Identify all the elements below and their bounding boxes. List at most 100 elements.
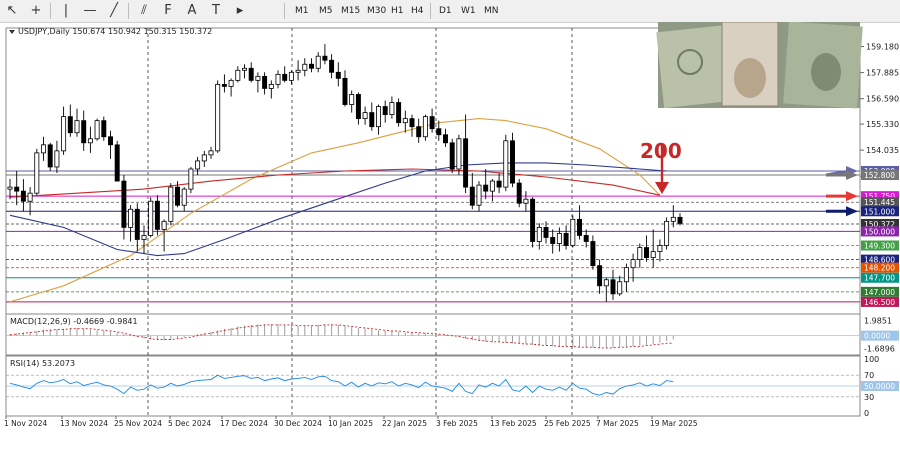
candle-body: [510, 140, 515, 184]
candle-body: [128, 208, 134, 228]
candle-body: [409, 118, 415, 128]
time-axis-label: 13 Feb 2025: [490, 419, 537, 428]
candle-body: [349, 94, 355, 105]
toolbar-separator: [50, 3, 51, 19]
price-axis-label: 157.885: [866, 69, 899, 78]
timeframe-m30[interactable]: M30: [364, 3, 389, 19]
candle-body: [369, 112, 375, 128]
candle-body: [154, 200, 160, 230]
candle-body: [402, 118, 408, 124]
fibonacci-icon[interactable]: F: [160, 3, 176, 19]
usdjpy-chart-window: 159.180157.885156.590155.330154.035152.7…: [0, 21, 900, 447]
trendline-icon[interactable]: ╱: [106, 3, 122, 19]
timeframe-h1[interactable]: H1: [388, 3, 407, 19]
candle-body: [282, 73, 288, 81]
time-axis-label: 10 Jan 2025: [328, 419, 373, 428]
candle-body: [523, 198, 529, 204]
candle-body: [41, 144, 46, 154]
candle-body: [489, 180, 495, 192]
time-axis-label: 22 Jan 2025: [382, 419, 427, 428]
candle-body: [161, 220, 167, 230]
text-icon[interactable]: A: [184, 3, 200, 19]
candle-body: [449, 142, 455, 170]
time-axis-label: 13 Nov 2024: [60, 419, 108, 428]
candle-body: [543, 226, 549, 238]
candle-body: [201, 154, 207, 162]
time-axis-label: 30 Dec 2024: [274, 419, 322, 428]
candle-body: [603, 279, 609, 287]
candle-body: [94, 120, 100, 140]
candle-body: [215, 83, 221, 152]
candle-body: [570, 218, 576, 246]
timeframe-m15[interactable]: M15: [338, 3, 363, 19]
rsi-axis-label: 30: [864, 393, 874, 402]
candle-body: [228, 79, 234, 87]
candle-body: [637, 247, 643, 261]
candle-body: [650, 251, 656, 259]
candle-body: [563, 233, 569, 246]
timeframe-h4[interactable]: H4: [408, 3, 427, 19]
candle-body: [121, 180, 127, 228]
candle-body: [288, 71, 294, 81]
macd-axis-label: 1.9851: [864, 316, 892, 325]
chart-toolbar: ↖ + | — ╱ ⫽ F A T ▸ M1 M5 M15 M30 H1 H4 D1 W1 MN: [0, 0, 900, 23]
candle-body: [168, 186, 174, 222]
price-axis-label: 154.035: [866, 146, 899, 155]
toolbar-separator: [128, 3, 129, 19]
level-price-label: 152.800: [864, 171, 895, 180]
equidistant-channel-icon[interactable]: ⫽: [136, 3, 152, 19]
candle-body: [483, 184, 489, 192]
crosshair-icon[interactable]: +: [28, 3, 44, 19]
chart-canvas[interactable]: 159.180157.885156.590155.330154.035152.7…: [0, 21, 900, 447]
candle-body: [469, 186, 475, 206]
timeframe-m1[interactable]: M1: [292, 3, 312, 19]
level-price-label: 148.200: [864, 264, 895, 273]
candle-body: [141, 235, 147, 240]
candle-body: [302, 63, 308, 71]
horizontal-line-icon[interactable]: —: [82, 3, 98, 19]
vertical-line-icon[interactable]: |: [58, 3, 74, 19]
timeframe-m5[interactable]: M5: [316, 3, 336, 19]
candle-body: [342, 77, 348, 105]
candle-body: [87, 138, 93, 144]
candle-body: [134, 208, 140, 240]
time-axis-label: 3 Feb 2025: [436, 419, 478, 428]
candle-body: [362, 112, 368, 120]
level-price-label: 149.300: [864, 242, 895, 251]
currency-photo: [656, 21, 863, 109]
candle-body: [188, 168, 194, 190]
timeframe-mn[interactable]: MN: [481, 3, 502, 19]
level-price-label: 151.000: [864, 207, 895, 216]
rsi-axis-label: 70: [864, 371, 874, 380]
time-axis-label: 25 Nov 2024: [114, 419, 162, 428]
candle-body: [496, 180, 502, 188]
candle-body: [34, 152, 40, 194]
candle-body: [429, 116, 435, 130]
arrow-shapes-icon[interactable]: ▸: [232, 3, 248, 19]
time-axis-label: 1 Nov 2024: [4, 419, 47, 428]
level-price-label: 146.500: [864, 298, 895, 307]
timeframe-d1[interactable]: D1: [436, 3, 455, 19]
candle-body: [623, 267, 629, 283]
candle-body: [617, 281, 623, 295]
candle-body: [335, 71, 341, 79]
candle-body: [101, 120, 107, 138]
trading-terminal: ↖ + | — ╱ ⫽ F A T ▸ M1 M5 M15 M30 H1 H4 D1 W1 MN 159.180 15…: [0, 0, 900, 447]
cursor-icon[interactable]: ↖: [4, 3, 20, 19]
candle-body: [322, 55, 328, 61]
time-axis-label: 7 Mar 2025: [596, 419, 639, 428]
candle-body: [181, 188, 187, 206]
candle-body: [389, 102, 395, 116]
price-axis-label: 155.330: [866, 120, 899, 129]
candle-body: [7, 186, 13, 190]
rsi-label: RSI(14) 53.2073: [10, 359, 75, 368]
candle-body: [54, 150, 60, 168]
text-label-icon[interactable]: T: [208, 3, 224, 19]
timeframe-w1[interactable]: W1: [458, 3, 479, 19]
candle-body: [262, 75, 268, 89]
candle-body: [583, 235, 589, 242]
candle-body: [396, 102, 402, 124]
candle-body: [463, 138, 469, 188]
candle-body: [476, 184, 482, 206]
candle-body: [221, 83, 227, 87]
